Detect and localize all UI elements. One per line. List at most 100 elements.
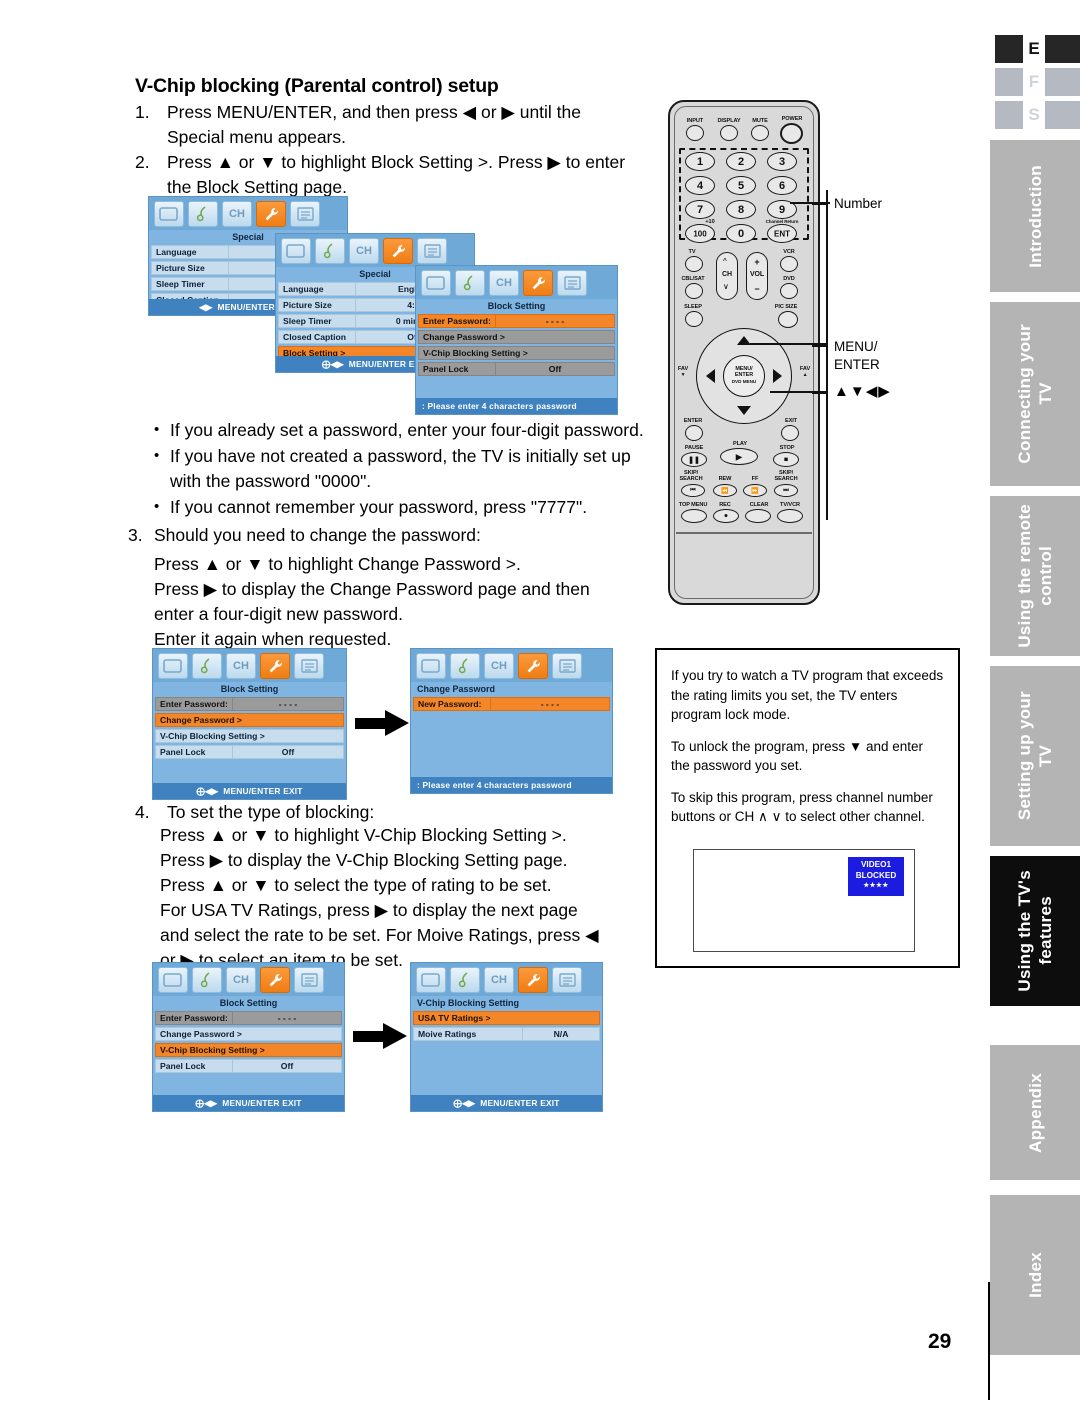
setup-icon	[294, 653, 324, 679]
enter-button[interactable]	[685, 425, 703, 441]
pause-button[interactable]: ❚❚	[681, 452, 707, 467]
osd-row[interactable]: Panel Lock Off	[418, 362, 615, 376]
arrow-right-icon[interactable]	[773, 369, 782, 383]
language-letter-s: S	[1028, 105, 1040, 124]
setup-icon	[417, 238, 447, 264]
input-button[interactable]	[686, 125, 704, 141]
osd-row-value: - - - -	[496, 314, 615, 328]
clear-button[interactable]	[745, 509, 771, 523]
skip-forward-icon: ⏭	[783, 487, 789, 493]
sidebar-item-using-the-tvs-features[interactable]: Using the TV's features	[990, 856, 1080, 1006]
number-3-label: 3	[778, 155, 786, 168]
language-tab-f[interactable]: F	[995, 68, 1080, 96]
sleep-button[interactable]	[685, 311, 703, 327]
display-button[interactable]	[720, 125, 738, 141]
remote-picsize-label: PIC SIZE	[774, 304, 798, 310]
sidebar-label-index: Index	[1025, 1252, 1045, 1298]
enter-number-button[interactable]: ENT	[767, 224, 797, 243]
osd-row-selected[interactable]: New Password: - - - -	[413, 697, 610, 711]
sidebar-item-using-the-remote-control[interactable]: Using the remote control	[990, 496, 1080, 656]
sidebar-item-introduction[interactable]: Introduction	[990, 140, 1080, 292]
vol-plus-label: +	[754, 257, 760, 267]
arrow-up-icon[interactable]	[737, 336, 751, 345]
remote-pause-label: PAUSE	[684, 445, 704, 451]
number-8-button[interactable]: 8	[726, 200, 756, 219]
number-2-button[interactable]: 2	[726, 152, 756, 171]
stop-button[interactable]: ■	[773, 452, 799, 467]
exit-button[interactable]	[781, 425, 799, 441]
number-3-button[interactable]: 3	[767, 152, 797, 171]
osd-row[interactable]: Change Password >	[418, 330, 615, 344]
audio-icon	[188, 201, 218, 227]
skip-forward-button[interactable]: ⏭	[774, 484, 798, 497]
rewind-button[interactable]: ⏪	[713, 484, 737, 497]
osd-row[interactable]: V-Chip Blocking Setting >	[155, 729, 344, 743]
osd-row[interactable]: V-Chip Blocking Setting >	[418, 346, 615, 360]
osd-row[interactable]: Panel Lock Off	[155, 1059, 342, 1073]
cbl-sat-button[interactable]	[685, 283, 703, 299]
osd-row[interactable]: Enter Password: - - - -	[155, 697, 344, 711]
osd-vchip-blocking: CH V-Chip Blocking Setting USA TV Rating…	[410, 962, 603, 1112]
arrow-down-icon[interactable]	[737, 406, 751, 415]
chevron-down-icon: ∨	[723, 282, 729, 291]
osd-row-label: USA TV Ratings >	[413, 1011, 600, 1025]
step-3-line-1: Press ▲ or ▼ to highlight Change Passwor…	[154, 554, 521, 574]
osd-row[interactable]: Enter Password: - - - -	[155, 1011, 342, 1025]
step-1: 1. Press MENU/ENTER, and then press ◀ or…	[135, 100, 635, 150]
number-100-button[interactable]: 100	[685, 224, 715, 243]
pic-size-button[interactable]	[778, 311, 798, 328]
osd-row[interactable]: Panel Lock Off	[155, 745, 344, 759]
number-7-button[interactable]: 7	[685, 200, 715, 219]
top-menu-button[interactable]	[681, 509, 707, 523]
channel-icon: CH	[226, 653, 256, 679]
number-6-button[interactable]: 6	[767, 176, 797, 195]
skip-back-icon: ⏮	[690, 487, 696, 493]
osd-row-label: V-Chip Blocking Setting >	[418, 346, 615, 360]
tv-button[interactable]	[685, 256, 703, 272]
vcr-button[interactable]	[780, 256, 798, 272]
callout-menu-line-1: MENU/	[834, 339, 878, 354]
arrow-left-icon[interactable]	[706, 369, 715, 383]
number-0-button[interactable]: 0	[726, 224, 756, 243]
power-button[interactable]	[780, 123, 803, 144]
osd-row-selected[interactable]: Enter Password: - - - -	[418, 314, 615, 328]
skip-back-button[interactable]: ⏮	[681, 484, 705, 497]
setup-icon	[552, 967, 582, 993]
sidebar-item-appendix[interactable]: Appendix	[990, 1045, 1080, 1180]
number-1-button[interactable]: 1	[685, 152, 715, 171]
osd-row[interactable]: Moive Ratings N/A	[413, 1027, 600, 1041]
tv-vcr-button[interactable]	[777, 509, 803, 523]
mute-button[interactable]	[751, 125, 769, 141]
bullet-list: If you already set a password, enter you…	[152, 417, 652, 520]
step-2-text: Press ▲ or ▼ to highlight Block Setting …	[167, 152, 626, 197]
picture-icon	[154, 201, 184, 227]
number-5-button[interactable]: 5	[726, 176, 756, 195]
dvd-button[interactable]	[780, 283, 798, 299]
osd-row[interactable]: Change Password >	[155, 1027, 342, 1041]
osd-row-selected[interactable]: Change Password >	[155, 713, 344, 727]
osd-row-selected[interactable]: V-Chip Blocking Setting >	[155, 1043, 342, 1057]
audio-icon	[450, 967, 480, 993]
number-5-label: 5	[737, 179, 745, 192]
record-icon: ●	[723, 512, 729, 520]
setup-icon	[290, 201, 320, 227]
remote-stop-label: STOP	[779, 445, 795, 451]
sidebar-item-index[interactable]: Index	[990, 1195, 1080, 1355]
play-button[interactable]: ▶	[720, 448, 758, 465]
sidebar-item-connecting-your-tv[interactable]: Connecting your TV	[990, 302, 1080, 486]
page-title: V-Chip blocking (Parental control) setup	[135, 75, 499, 97]
osd-row-selected[interactable]: USA TV Ratings >	[413, 1011, 600, 1025]
remote-tvvcr-label: TV/VCR	[780, 502, 800, 508]
osd-row-label: Panel Lock	[155, 1059, 233, 1073]
page-content: V-Chip blocking (Parental control) setup…	[0, 0, 990, 1404]
step-3-text: Should you need to change the password:	[154, 525, 481, 545]
language-tab-e[interactable]: E	[995, 35, 1080, 63]
callout-menu-line-2: ENTER	[834, 357, 880, 372]
fast-forward-button[interactable]: ⏩	[743, 484, 767, 497]
osd-block-setting-vchip: CH Block Setting Enter Password: - - - - …	[152, 962, 345, 1112]
language-tab-s[interactable]: S	[995, 101, 1080, 129]
sidebar-item-setting-up-your-tv[interactable]: Setting up your TV	[990, 666, 1080, 846]
number-4-button[interactable]: 4	[685, 176, 715, 195]
osd-icon-bar: CH	[153, 963, 344, 996]
record-button[interactable]: ●	[713, 509, 739, 523]
